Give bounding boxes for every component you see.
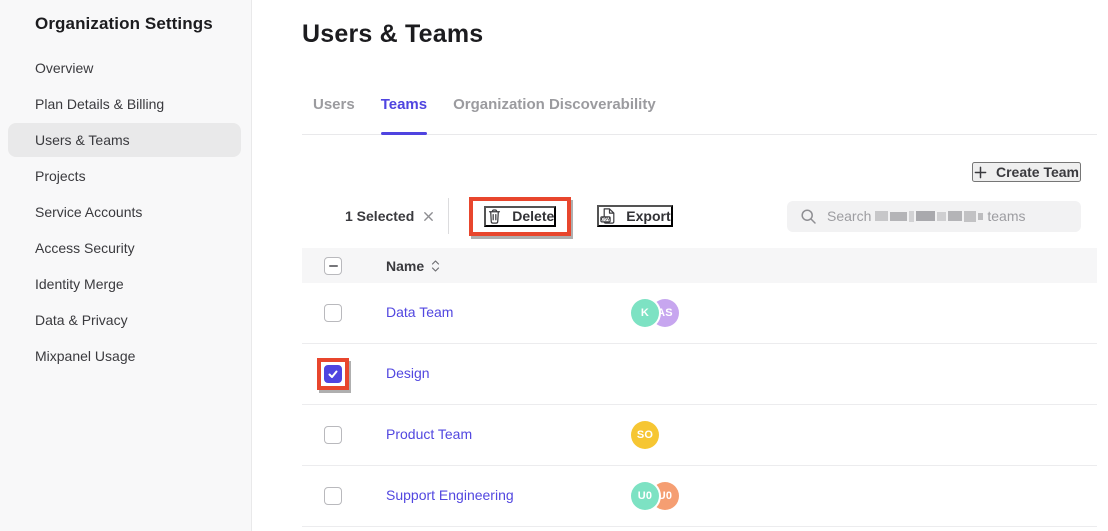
create-team-label: Create Team [996,164,1079,180]
checkmark-icon [327,368,339,380]
sidebar-nav: Overview Plan Details & Billing Users & Te… [0,51,251,373]
table-body: Data Team KAS Design Product Team SO [302,283,1097,527]
select-all-checkbox[interactable] [324,257,342,275]
selection-status: 1 Selected [345,208,434,224]
sidebar-item-label: Data & Privacy [35,312,128,328]
delete-button-annotation: Delete [469,197,571,236]
name-column-header[interactable]: Name [386,258,440,274]
create-team-button[interactable]: Create Team [972,162,1081,182]
table-row-design: Design [302,344,1097,405]
avatar-group: SO [631,421,659,449]
team-name-link[interactable]: Support Engineering [386,487,514,503]
search-icon [800,208,817,225]
table-row-data-team: Data Team KAS [302,283,1097,344]
name-column-label: Name [386,258,424,274]
page-title: Users & Teams [302,20,1097,48]
sidebar-item-identity-merge[interactable]: Identity Merge [8,267,241,301]
row-checkbox[interactable] [324,426,342,444]
plus-icon [974,166,987,179]
csv-export-icon: CSV [599,207,617,225]
sidebar-item-label: Mixpanel Usage [35,348,135,364]
trash-icon [486,208,503,225]
app-window: Organization Settings Overview Plan Detai… [0,0,1108,531]
search-input[interactable]: Searchteams [787,201,1081,232]
sidebar-item-data-privacy[interactable]: Data & Privacy [8,303,241,337]
clear-selection-button[interactable] [423,211,434,222]
sidebar-item-access-security[interactable]: Access Security [8,231,241,265]
tab-label: Users [313,96,355,113]
avatar: K [631,299,659,327]
avatar: SO [631,421,659,449]
table-row-support-engineering: Support Engineering U0U0 [302,466,1097,527]
toolbar-divider [448,198,449,234]
sidebar-item-users-teams[interactable]: Users & Teams [8,123,241,157]
sidebar-item-label: Service Accounts [35,204,142,220]
team-name-link[interactable]: Design [386,365,430,381]
sidebar-item-projects[interactable]: Projects [8,159,241,193]
delete-button[interactable]: Delete [484,206,556,227]
selected-count-label: 1 Selected [345,208,414,224]
sidebar-item-label: Identity Merge [35,276,124,292]
row-checkbox-annotation [317,419,349,451]
tab-bar: Users Teams Organization Discoverability [302,96,1097,135]
tab-users[interactable]: Users [313,96,355,134]
sidebar-item-plan-details-billing[interactable]: Plan Details & Billing [8,87,241,121]
tab-organization-discoverability[interactable]: Organization Discoverability [453,96,656,134]
sidebar-item-service-accounts[interactable]: Service Accounts [8,195,241,229]
sort-icon [431,259,440,273]
sidebar-item-label: Plan Details & Billing [35,96,164,112]
main-content: Users & Teams Users Teams Organization Dis… [252,0,1108,531]
sidebar-item-label: Users & Teams [35,132,130,148]
row-checkbox-annotation [317,297,349,329]
search-placeholder: Searchteams [827,208,1025,224]
export-button[interactable]: CSV Export [597,205,672,227]
search-placeholder-redacted [874,211,984,222]
sidebar-item-overview[interactable]: Overview [8,51,241,85]
close-icon [423,211,434,222]
tab-label: Organization Discoverability [453,96,656,113]
export-label: Export [626,208,670,224]
row-checkbox[interactable] [324,304,342,322]
table-row-product-team: Product Team SO [302,405,1097,466]
avatar-group: U0U0 [631,482,679,510]
avatar: U0 [631,482,659,510]
team-name-link[interactable]: Data Team [386,304,453,320]
row-checkbox-annotation [317,480,349,512]
row-checkbox-annotation [317,358,349,390]
create-team-row: Create Team [302,162,1081,182]
tab-teams[interactable]: Teams [381,96,427,134]
sidebar-item-label: Projects [35,168,86,184]
row-checkbox[interactable] [324,487,342,505]
team-name-link[interactable]: Product Team [386,426,472,442]
delete-label: Delete [512,208,554,224]
tab-label: Teams [381,96,427,113]
row-checkbox[interactable] [324,365,342,383]
bulk-actions-toolbar: 1 Selected Delete [302,196,1097,236]
sidebar-item-mixpanel-usage[interactable]: Mixpanel Usage [8,339,241,373]
teams-table: Name Data Team KAS Desi [302,248,1097,527]
settings-sidebar: Organization Settings Overview Plan Detai… [0,0,252,531]
sidebar-item-label: Access Security [35,240,135,256]
svg-text:CSV: CSV [601,217,610,222]
avatar-group: KAS [631,299,679,327]
sidebar-title: Organization Settings [0,0,251,34]
sidebar-item-label: Overview [35,60,93,76]
table-header-row: Name [302,248,1097,283]
